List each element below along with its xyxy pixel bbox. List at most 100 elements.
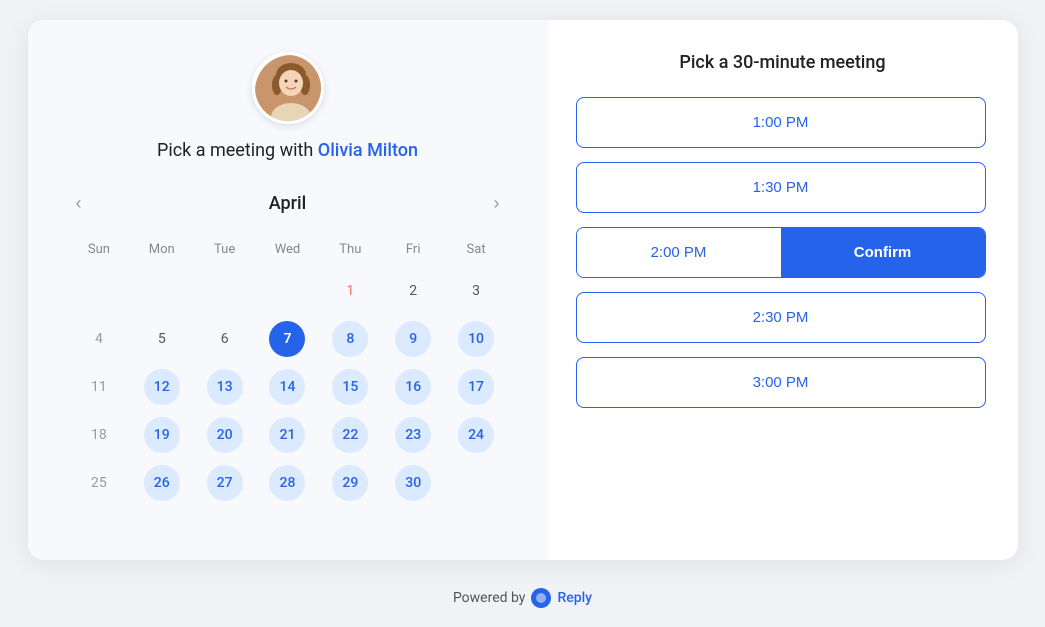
cal-cell [193, 269, 256, 313]
cal-day-empty [269, 273, 305, 309]
time-slot-2[interactable]: 1:30 PM [576, 162, 986, 213]
cal-day-13[interactable]: 13 [207, 369, 243, 405]
reply-logo-inner [536, 593, 546, 603]
day-header-mon: Mon [130, 238, 193, 261]
cal-day-12[interactable]: 12 [144, 369, 180, 405]
cal-cell: 13 [193, 365, 256, 409]
avatar [252, 52, 324, 124]
confirm-button[interactable]: Confirm [781, 228, 985, 277]
cal-day-17[interactable]: 17 [458, 369, 494, 405]
cal-day-empty [207, 273, 243, 309]
cal-day-20[interactable]: 20 [207, 417, 243, 453]
cal-day-30[interactable]: 30 [395, 465, 431, 501]
cal-cell: 9 [382, 317, 445, 361]
person-name: Olivia Milton [318, 140, 418, 161]
cal-day-11: 11 [81, 369, 117, 405]
month-label: April [269, 193, 306, 214]
cal-day-26[interactable]: 26 [144, 465, 180, 501]
cal-cell: 5 [130, 317, 193, 361]
cal-cell: 28 [256, 461, 319, 505]
cal-day-3[interactable]: 3 [458, 273, 494, 309]
next-month-button[interactable]: › [486, 189, 508, 218]
cal-cell: 14 [256, 365, 319, 409]
cal-day-23[interactable]: 23 [395, 417, 431, 453]
time-slots-list: 1:00 PM 1:30 PM 2:00 PM Confirm 2:30 PM … [576, 97, 990, 408]
cal-cell: 2 [382, 269, 445, 313]
cal-day-22[interactable]: 22 [332, 417, 368, 453]
cal-cell [68, 269, 131, 313]
cal-cell: 25 [68, 461, 131, 505]
cal-day-8[interactable]: 8 [332, 321, 368, 357]
calendar-header: ‹ April › [68, 189, 508, 218]
day-header-wed: Wed [256, 238, 319, 261]
cal-day-empty [458, 465, 494, 501]
prev-month-button[interactable]: ‹ [68, 189, 90, 218]
left-panel: Pick a meeting with Olivia Milton ‹ Apri… [28, 20, 548, 560]
cal-cell: 7 [256, 317, 319, 361]
cal-day-19[interactable]: 19 [144, 417, 180, 453]
meeting-card: Pick a meeting with Olivia Milton ‹ Apri… [28, 20, 1018, 560]
cal-cell: 11 [68, 365, 131, 409]
day-header-tue: Tue [193, 238, 256, 261]
cal-day-empty [144, 273, 180, 309]
reply-link[interactable]: Reply [557, 590, 592, 606]
cal-day-16[interactable]: 16 [395, 369, 431, 405]
powered-by-label: Powered by [453, 590, 526, 606]
cal-cell [256, 269, 319, 313]
day-header-sat: Sat [445, 238, 508, 261]
cal-day-29[interactable]: 29 [332, 465, 368, 501]
cal-day-28[interactable]: 28 [269, 465, 305, 501]
cal-day-15[interactable]: 15 [332, 369, 368, 405]
cal-cell: 26 [130, 461, 193, 505]
meeting-title: Pick a meeting with Olivia Milton [157, 140, 418, 161]
cal-day-6[interactable]: 6 [207, 321, 243, 357]
time-slot-5[interactable]: 3:00 PM [576, 357, 986, 408]
cal-cell: 20 [193, 413, 256, 457]
cal-day-4: 4 [81, 321, 117, 357]
cal-cell: 23 [382, 413, 445, 457]
cal-cell: 27 [193, 461, 256, 505]
footer: Powered by Reply [453, 588, 592, 608]
time-slot-3-time[interactable]: 2:00 PM [577, 228, 781, 277]
time-slot-1[interactable]: 1:00 PM [576, 97, 986, 148]
cal-cell: 4 [68, 317, 131, 361]
day-header-sun: Sun [68, 238, 131, 261]
cal-cell: 12 [130, 365, 193, 409]
cal-cell: 16 [382, 365, 445, 409]
cal-day-24[interactable]: 24 [458, 417, 494, 453]
cal-cell: 15 [319, 365, 382, 409]
calendar-grid: 1234567891011121314151617181920212223242… [68, 269, 508, 505]
cal-cell [445, 461, 508, 505]
time-slot-4[interactable]: 2:30 PM [576, 292, 986, 343]
day-header-fri: Fri [382, 238, 445, 261]
cal-cell: 24 [445, 413, 508, 457]
cal-cell: 10 [445, 317, 508, 361]
day-header-thu: Thu [319, 238, 382, 261]
cal-cell: 19 [130, 413, 193, 457]
cal-day-10[interactable]: 10 [458, 321, 494, 357]
cal-day-21[interactable]: 21 [269, 417, 305, 453]
cal-cell: 17 [445, 365, 508, 409]
cal-day-7[interactable]: 7 [269, 321, 305, 357]
calendar: Sun Mon Tue Wed Thu Fri Sat 123456789101… [68, 238, 508, 505]
time-slot-3-row: 2:00 PM Confirm [576, 227, 986, 278]
cal-cell: 18 [68, 413, 131, 457]
cal-cell: 3 [445, 269, 508, 313]
cal-cell [130, 269, 193, 313]
cal-day-14[interactable]: 14 [269, 369, 305, 405]
cal-day-2[interactable]: 2 [395, 273, 431, 309]
cal-day-1: 1 [332, 273, 368, 309]
cal-day-9[interactable]: 9 [395, 321, 431, 357]
cal-cell: 22 [319, 413, 382, 457]
cal-day-27[interactable]: 27 [207, 465, 243, 501]
cal-cell: 29 [319, 461, 382, 505]
cal-cell: 21 [256, 413, 319, 457]
cal-day-empty [81, 273, 117, 309]
cal-cell: 8 [319, 317, 382, 361]
cal-cell: 6 [193, 317, 256, 361]
cal-day-25: 25 [81, 465, 117, 501]
time-panel-title: Pick a 30-minute meeting [679, 52, 885, 73]
cal-cell: 1 [319, 269, 382, 313]
cal-day-18: 18 [81, 417, 117, 453]
cal-day-5[interactable]: 5 [144, 321, 180, 357]
